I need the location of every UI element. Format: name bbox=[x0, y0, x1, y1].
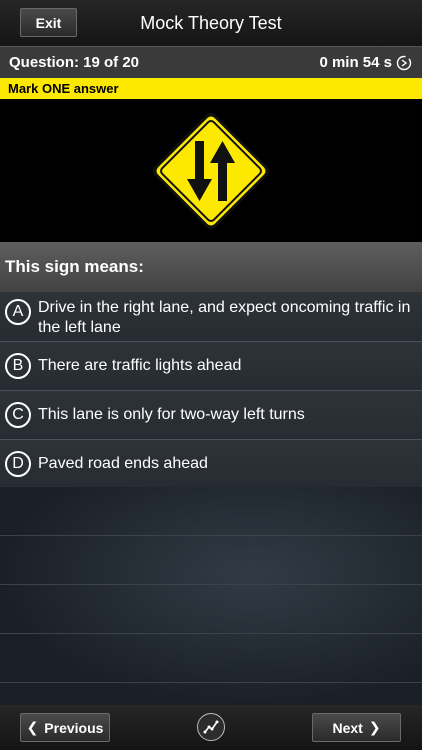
header-bar: Exit Mock Theory Test bbox=[0, 0, 422, 46]
timer-icon bbox=[396, 55, 412, 70]
next-label: Next bbox=[332, 719, 363, 736]
timer-text: 0 min 54 s bbox=[319, 54, 392, 71]
previous-label: Previous bbox=[44, 719, 104, 736]
answer-text: Drive in the right lane, and expect onco… bbox=[38, 299, 411, 336]
exit-button[interactable]: Exit bbox=[20, 8, 77, 37]
next-button[interactable]: Next ❯ bbox=[312, 713, 401, 742]
question-text-bar: This sign means: bbox=[0, 242, 422, 292]
progress-chart-button[interactable] bbox=[197, 713, 225, 741]
answer-text: There are traffic lights ahead bbox=[38, 357, 242, 374]
answer-letter-badge: B bbox=[5, 353, 31, 379]
chevron-left-icon: ❮ bbox=[26, 719, 39, 735]
footer-bar: ❮ Previous Next ❯ bbox=[0, 705, 422, 750]
answer-letter-badge: C bbox=[5, 402, 31, 428]
timer: 0 min 54 s bbox=[319, 54, 412, 71]
answer-option-b[interactable]: B There are traffic lights ahead bbox=[0, 342, 422, 391]
answer-letter-badge: A bbox=[5, 299, 31, 325]
progress-chart-icon bbox=[203, 720, 219, 734]
answer-text: Paved road ends ahead bbox=[38, 455, 208, 472]
question-counter: Question: 19 of 20 bbox=[9, 54, 140, 71]
chevron-right-icon: ❯ bbox=[368, 719, 381, 735]
empty-row bbox=[0, 585, 422, 634]
empty-row bbox=[0, 536, 422, 585]
instruction-bar: Mark ONE answer bbox=[0, 78, 422, 99]
two-way-traffic-sign-icon bbox=[152, 112, 270, 229]
answer-list: A Drive in the right lane, and expect on… bbox=[0, 292, 422, 489]
status-bar: Question: 19 of 20 0 min 54 s bbox=[0, 46, 422, 78]
empty-row bbox=[0, 634, 422, 683]
sign-image-area bbox=[0, 99, 422, 242]
page-title: Mock Theory Test bbox=[140, 12, 282, 33]
empty-list-area bbox=[0, 487, 422, 705]
answer-option-c[interactable]: C This lane is only for two-way left tur… bbox=[0, 391, 422, 440]
answer-option-a[interactable]: A Drive in the right lane, and expect on… bbox=[0, 292, 422, 342]
instruction-text: Mark ONE answer bbox=[8, 81, 119, 96]
empty-row bbox=[0, 487, 422, 536]
answer-option-d[interactable]: D Paved road ends ahead bbox=[0, 440, 422, 489]
answer-letter-badge: D bbox=[5, 451, 31, 477]
question-text: This sign means: bbox=[5, 257, 144, 276]
previous-button[interactable]: ❮ Previous bbox=[20, 713, 110, 742]
answer-text: This lane is only for two-way left turns bbox=[38, 406, 305, 423]
